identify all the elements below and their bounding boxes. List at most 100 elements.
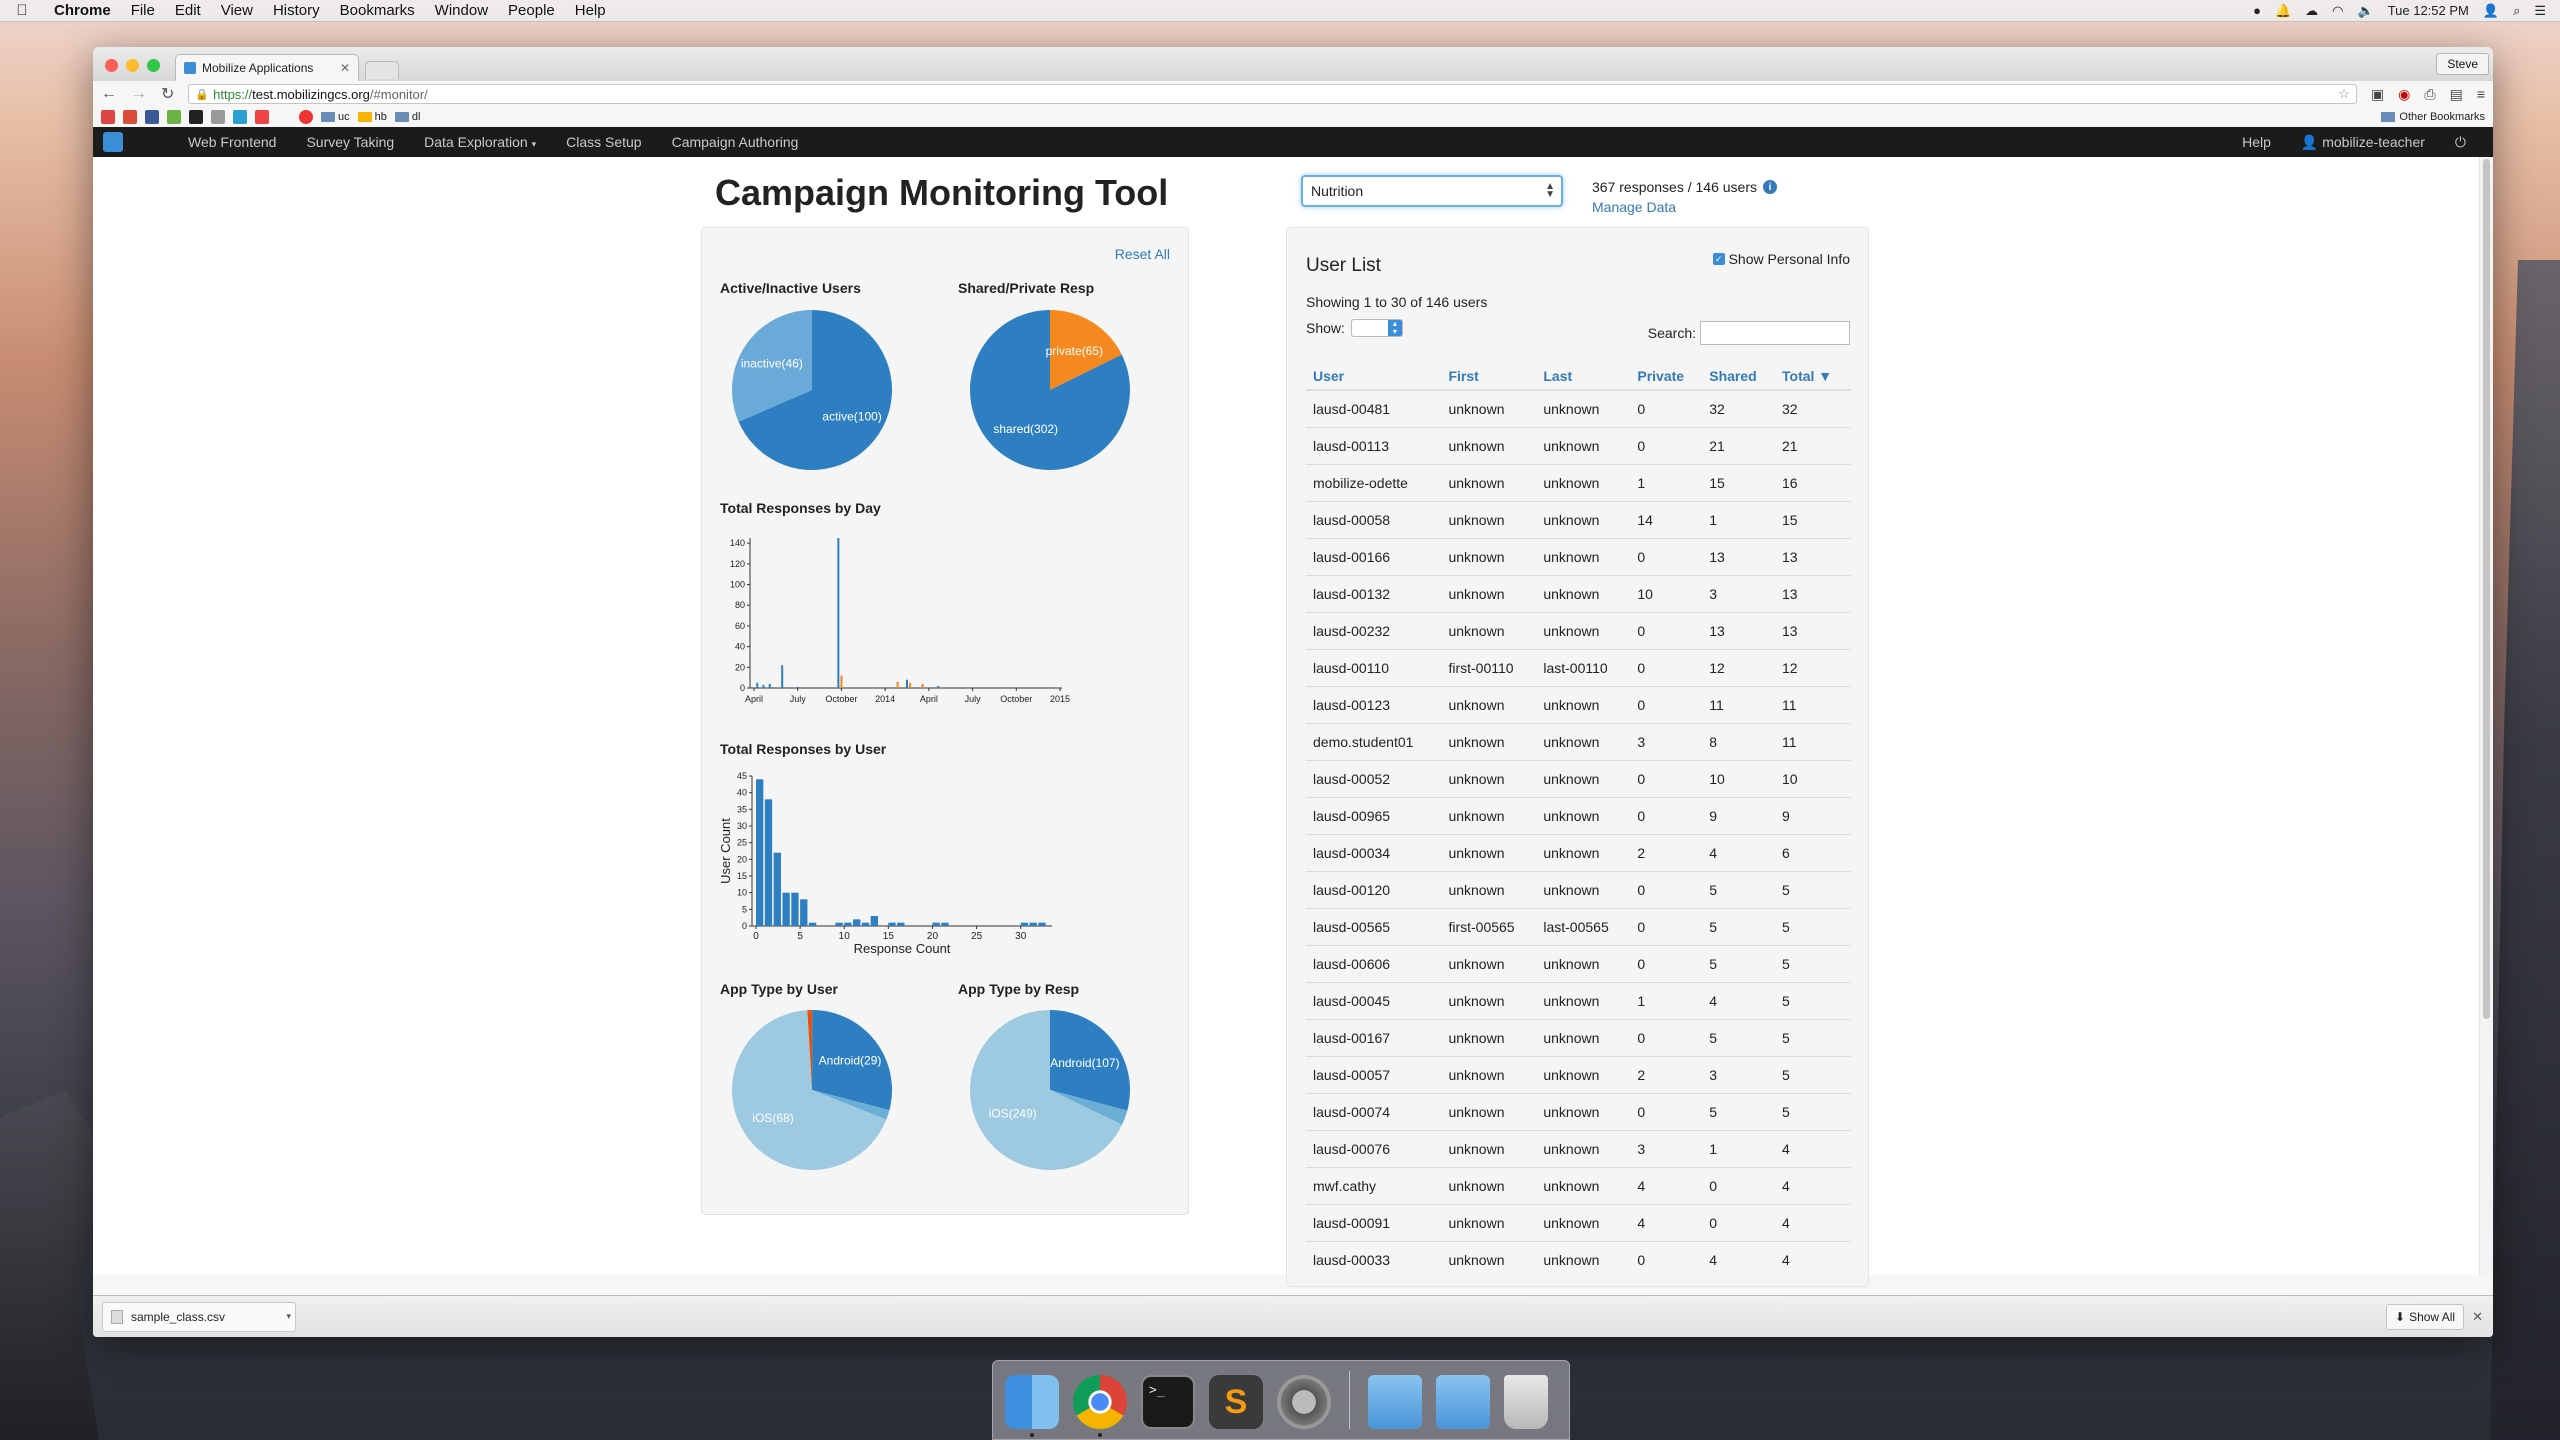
- bar[interactable]: [756, 682, 759, 688]
- nav-web-frontend[interactable]: Web Frontend: [173, 134, 291, 150]
- applications-folder-icon[interactable]: [1368, 1375, 1422, 1429]
- histogram-bar[interactable]: [835, 922, 843, 926]
- bar[interactable]: [762, 684, 765, 688]
- histogram-bar[interactable]: [861, 922, 870, 926]
- facebook-bookmark-icon[interactable]: [145, 110, 159, 124]
- k-bookmark-icon[interactable]: [233, 110, 247, 124]
- col-first[interactable]: First: [1441, 362, 1537, 391]
- bar[interactable]: [906, 679, 908, 688]
- histogram-bar[interactable]: [782, 892, 790, 926]
- bar[interactable]: [896, 681, 899, 688]
- back-icon[interactable]: ←: [101, 85, 117, 103]
- histogram-bar[interactable]: [1038, 922, 1046, 926]
- app-type-user-pie[interactable]: Android(29) iOS(68): [730, 1008, 894, 1172]
- histogram-bar[interactable]: [764, 799, 773, 926]
- page-length-select[interactable]: ▴ ▾: [1350, 319, 1403, 337]
- trash-icon[interactable]: [1504, 1375, 1548, 1429]
- scrollbar-thumb[interactable]: [2483, 159, 2490, 1019]
- menu-view[interactable]: View: [211, 2, 263, 19]
- menu-window[interactable]: Window: [425, 2, 498, 19]
- nav-data-exploration[interactable]: Data Exploration ▾: [409, 134, 551, 150]
- col-private[interactable]: Private: [1630, 362, 1703, 391]
- responses-by-day-chart[interactable]: 0 20 40 60 80 100 120 140 April July October 2014 Ap…: [720, 526, 1080, 716]
- github-bookmark-icon[interactable]: [189, 110, 203, 124]
- feedly-bookmark-icon[interactable]: [167, 110, 181, 124]
- reload-icon[interactable]: ↻: [161, 84, 174, 104]
- new-tab-button[interactable]: [365, 61, 399, 79]
- bar[interactable]: [837, 538, 840, 688]
- cloud-icon[interactable]: ☁: [2305, 3, 2318, 19]
- opera-bookmark-icon[interactable]: [299, 110, 313, 124]
- other-bookmarks[interactable]: Other Bookmarks: [2381, 111, 2485, 123]
- nav-survey-taking[interactable]: Survey Taking: [291, 134, 409, 150]
- profile-button[interactable]: Steve: [2436, 53, 2489, 75]
- chrome-icon[interactable]: [1073, 1375, 1127, 1437]
- bar[interactable]: [796, 686, 799, 688]
- histogram-bar[interactable]: [888, 922, 896, 926]
- browser-tab[interactable]: Mobilize Applications ✕: [175, 54, 359, 81]
- nav-campaign-authoring[interactable]: Campaign Authoring: [657, 134, 814, 150]
- download-item[interactable]: sample_class.csv ▾: [102, 1301, 296, 1332]
- bookmark-folder-dl[interactable]: dl: [394, 111, 420, 123]
- histogram-bar[interactable]: [844, 922, 852, 926]
- menu-clock[interactable]: Tue 12:52 PM: [2388, 3, 2469, 18]
- campaign-select[interactable]: Nutrition ▲ ▼: [1301, 175, 1563, 207]
- user-icon[interactable]: 👤: [2483, 3, 2499, 19]
- menu-app-name[interactable]: Chrome: [44, 2, 121, 19]
- bookmark-hb[interactable]: hb: [357, 111, 387, 123]
- histogram-bar[interactable]: [870, 916, 879, 926]
- downloads-folder-icon[interactable]: [1436, 1375, 1490, 1429]
- spotlight-icon[interactable]: ⌕: [2513, 3, 2520, 19]
- menu-history[interactable]: History: [263, 2, 330, 19]
- extension-printer-icon[interactable]: ⎙: [2424, 86, 2435, 103]
- close-window-button[interactable]: [105, 59, 118, 72]
- menu-help[interactable]: Help: [565, 2, 616, 19]
- bar[interactable]: [921, 683, 924, 688]
- histogram-bar[interactable]: [853, 919, 861, 926]
- s-bookmark-icon[interactable]: [255, 110, 269, 124]
- app-type-resp-pie[interactable]: Android(107) iOS(249): [968, 1008, 1132, 1172]
- mobilize-logo[interactable]: [103, 132, 123, 152]
- forward-icon[interactable]: →: [131, 85, 147, 103]
- histogram-bar[interactable]: [808, 922, 817, 926]
- apple-icon[interactable]: : [0, 2, 44, 19]
- minimize-window-button[interactable]: [126, 59, 139, 72]
- close-download-bar-icon[interactable]: ✕: [2472, 1309, 2483, 1325]
- nav-user[interactable]: 👤 mobilize-teacher: [2286, 134, 2440, 151]
- col-last[interactable]: Last: [1536, 362, 1631, 391]
- close-tab-icon[interactable]: ✕: [340, 61, 350, 75]
- histogram-bar[interactable]: [897, 922, 905, 926]
- show-all-downloads-button[interactable]: ⬇ Show All: [2386, 1303, 2465, 1330]
- star-icon[interactable]: ☆: [2338, 86, 2350, 102]
- active-users-pie[interactable]: active(100) inactive(46): [730, 308, 894, 472]
- extension-book-icon[interactable]: ▤: [2450, 86, 2463, 103]
- address-bar[interactable]: 🔒 https://test.mobilizingcs.org/#monitor…: [188, 84, 2357, 104]
- bar[interactable]: [840, 675, 843, 688]
- extension-stop-icon[interactable]: ◉: [2398, 86, 2410, 103]
- manage-data-link[interactable]: Manage Data: [1592, 199, 1676, 215]
- terminal-icon[interactable]: >_: [1141, 1375, 1195, 1429]
- sublime-text-icon[interactable]: S: [1209, 1375, 1263, 1429]
- bar[interactable]: [803, 687, 806, 688]
- chevron-down-icon[interactable]: ▾: [286, 1311, 291, 1322]
- search-input[interactable]: [1700, 321, 1850, 345]
- nav-class-setup[interactable]: Class Setup: [551, 134, 656, 150]
- notification-icon[interactable]: 🔔: [2275, 3, 2291, 19]
- page-scrollbar[interactable]: [2479, 157, 2493, 1275]
- menu-bookmarks[interactable]: Bookmarks: [330, 2, 425, 19]
- histogram-bar[interactable]: [773, 852, 781, 926]
- extension-puzzle-icon[interactable]: ▣: [2371, 86, 2384, 103]
- shared-private-pie[interactable]: private(65) shared(302): [968, 308, 1132, 472]
- volume-icon[interactable]: 🔈: [2358, 3, 2374, 19]
- chrome-menu-icon[interactable]: ≡: [2477, 86, 2485, 103]
- reddit-bookmark-icon[interactable]: [211, 110, 225, 124]
- histogram-bar[interactable]: [800, 899, 808, 926]
- notification-center-icon[interactable]: ☰: [2534, 3, 2546, 19]
- reset-all-link[interactable]: Reset All: [1115, 246, 1170, 262]
- nav-help[interactable]: Help: [2227, 134, 2286, 150]
- finder-icon[interactable]: [1005, 1375, 1059, 1437]
- system-preferences-icon[interactable]: [1277, 1375, 1331, 1429]
- histogram-bar[interactable]: [932, 922, 940, 926]
- histogram-bar[interactable]: [1020, 922, 1029, 926]
- gmail-bookmark-icon[interactable]: [101, 110, 115, 124]
